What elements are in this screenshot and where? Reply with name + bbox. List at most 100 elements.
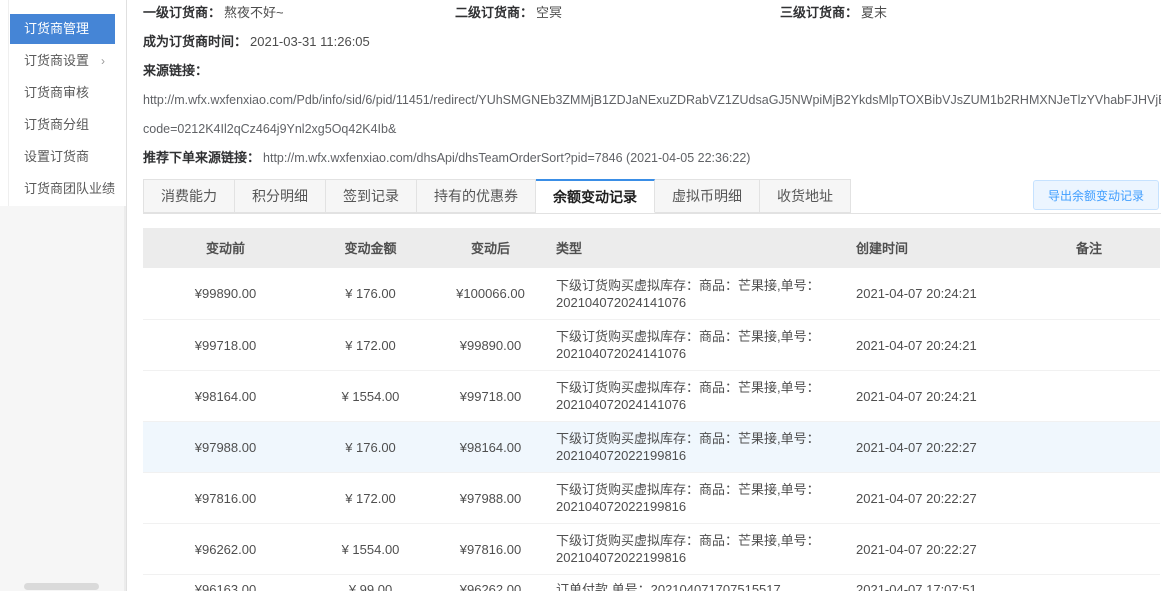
tab-label: 积分明细 xyxy=(252,186,308,206)
source-url-line1: http://m.wfx.wxfenxiao.com/Pdb/info/sid/… xyxy=(143,93,1161,107)
level3-distributor: 三级订货商：夏末 xyxy=(780,6,887,20)
table-row-4: ¥97816.00¥ 172.00¥97988.00下级订货购买虚拟库存：商品：… xyxy=(143,472,1160,523)
table-cell: 订单付款,单号：202104071707515517 xyxy=(548,575,848,591)
tab-5[interactable]: 虚拟币明细 xyxy=(655,179,760,213)
tab-label: 虚拟币明细 xyxy=(672,186,742,206)
sidebar-item-label: 订货商设置 xyxy=(24,53,89,68)
table-cell xyxy=(1068,494,1160,502)
table-cell: ¥100066.00 xyxy=(433,281,548,306)
tab-0[interactable]: 消费能力 xyxy=(143,179,235,213)
balance-change-table: 变动前变动金额变动后类型创建时间备注 ¥99890.00¥ 176.00¥100… xyxy=(143,228,1160,591)
level1-distributor-label: 一级订货商： xyxy=(143,5,221,20)
table-cell: ¥97988.00 xyxy=(143,435,308,460)
table-cell: ¥ 172.00 xyxy=(308,333,433,358)
table-cell: ¥ 99.00 xyxy=(308,575,433,591)
distributor-levels-row: 一级订货商：熬夜不好~ 二级订货商：空冥 三级订货商：夏末 xyxy=(143,6,1161,20)
sidebar-item-4[interactable]: 设置订货商 xyxy=(10,142,115,172)
sidebar-lower-panel xyxy=(0,206,126,591)
source-link-label: 来源链接： xyxy=(143,63,208,78)
table-cell: 2021-04-07 20:24:21 xyxy=(848,333,1068,358)
tabs: 消费能力积分明细 签到记录 持有的优惠券余额变动记录虚拟币明细 收货地址 xyxy=(143,179,851,213)
column-header: 类型 xyxy=(548,236,848,261)
sidebar-item-0[interactable]: 订货商管理 xyxy=(10,14,115,44)
export-balance-records-button[interactable]: 导出余额变动记录 xyxy=(1033,180,1159,210)
level2-distributor-value: 空冥 xyxy=(536,5,562,20)
table-cell: ¥97988.00 xyxy=(433,486,548,511)
column-header: 变动前 xyxy=(143,236,308,261)
table-cell: ¥98164.00 xyxy=(433,435,548,460)
table-cell: 下级订货购买虚拟库存：商品：芒果接,单号：202104072024141076 xyxy=(548,375,848,417)
tab-4[interactable]: 余额变动记录 xyxy=(536,179,655,213)
table-cell: ¥99890.00 xyxy=(143,281,308,306)
app-window: 订货商管理订货商设置 › 订货商审核订货商分组设置订货商订货商团队业绩 一级订货商：… xyxy=(0,0,1161,591)
table-cell: 2021-04-07 20:24:21 xyxy=(848,281,1068,306)
become-time-value: 2021-03-31 11:26:05 xyxy=(250,34,370,49)
sidebar-menu: 订货商管理订货商设置 › 订货商审核订货商分组设置订货商订货商团队业绩 xyxy=(9,0,116,204)
horizontal-scrollbar-thumb[interactable] xyxy=(24,583,99,590)
sidebar-item-label: 订货商审核 xyxy=(24,85,89,100)
table-cell xyxy=(1068,290,1160,298)
table-cell: ¥ 1554.00 xyxy=(308,537,433,562)
column-header: 变动后 xyxy=(433,236,548,261)
sidebar-item-1[interactable]: 订货商设置 › xyxy=(10,46,115,76)
sidebar-item-5[interactable]: 订货商团队业绩 xyxy=(10,174,115,204)
table-cell xyxy=(1068,545,1160,553)
become-distributor-time-row: 成为订货商时间：2021-03-31 11:26:05 xyxy=(143,35,1161,49)
table-cell: 2021-04-07 20:22:27 xyxy=(848,537,1068,562)
table-row-3: ¥97988.00¥ 176.00¥98164.00下级订货购买虚拟库存：商品：… xyxy=(143,421,1160,472)
level1-distributor: 一级订货商：熬夜不好~ xyxy=(143,6,455,20)
table-cell: ¥99890.00 xyxy=(433,333,548,358)
table-header-row: 变动前变动金额变动后类型创建时间备注 xyxy=(143,228,1160,268)
table-cell: 2021-04-07 20:22:27 xyxy=(848,486,1068,511)
table-cell: ¥96262.00 xyxy=(143,537,308,562)
level3-distributor-label: 三级订货商： xyxy=(780,5,858,20)
sidebar-item-label: 设置订货商 xyxy=(24,149,89,164)
table-cell: ¥98164.00 xyxy=(143,384,308,409)
recommend-order-link-row: 推荐下单来源链接：http://m.wfx.wxfenxiao.com/dhsA… xyxy=(143,151,1161,165)
tab-label: 签到记录 xyxy=(343,186,399,206)
source-link-row: 来源链接： xyxy=(143,64,1161,78)
tab-label: 持有的优惠券 xyxy=(434,186,518,206)
table-row-6: ¥96163.00¥ 99.00¥96262.00订单付款,单号：2021040… xyxy=(143,574,1160,591)
table-cell: ¥97816.00 xyxy=(143,486,308,511)
main-content: 一级订货商：熬夜不好~ 二级订货商：空冥 三级订货商：夏末 成为订货商时间：20… xyxy=(127,0,1161,591)
table-cell: ¥ 1554.00 xyxy=(308,384,433,409)
recommend-link-value: http://m.wfx.wxfenxiao.com/dhsApi/dhsTea… xyxy=(263,151,750,165)
table-cell xyxy=(1068,341,1160,349)
column-header: 变动金额 xyxy=(308,236,433,261)
table-body: ¥99890.00¥ 176.00¥100066.00下级订货购买虚拟库存：商品… xyxy=(143,268,1160,591)
sidebar-item-label: 订货商分组 xyxy=(24,117,89,132)
recommend-link-label: 推荐下单来源链接： xyxy=(143,150,260,165)
table-cell: 2021-04-07 20:24:21 xyxy=(848,384,1068,409)
become-time-label: 成为订货商时间： xyxy=(143,34,247,49)
tab-1[interactable]: 积分明细 xyxy=(235,179,326,213)
table-cell: 下级订货购买虚拟库存：商品：芒果接,单号：202104072024141076 xyxy=(548,324,848,366)
table-row-5: ¥96262.00¥ 1554.00¥97816.00下级订货购买虚拟库存：商品… xyxy=(143,523,1160,574)
table-cell: ¥96262.00 xyxy=(433,575,548,591)
level2-distributor: 二级订货商：空冥 xyxy=(455,6,780,20)
table-cell: 下级订货购买虚拟库存：商品：芒果接,单号：202104072022199816 xyxy=(548,528,848,570)
table-cell: 下级订货购买虚拟库存：商品：芒果接,单号：202104072022199816 xyxy=(548,426,848,468)
column-header: 备注 xyxy=(1068,236,1160,261)
source-url-line2: code=0212K4Il2qCz464j9Ynl2xg5Oq42K4Ib& xyxy=(143,122,1161,136)
tab-3[interactable]: 持有的优惠券 xyxy=(417,179,536,213)
table-cell: ¥96163.00 xyxy=(143,575,308,591)
tab-2[interactable]: 签到记录 xyxy=(326,179,417,213)
chevron-right-icon: › xyxy=(101,46,105,76)
level2-distributor-label: 二级订货商： xyxy=(455,5,533,20)
table-cell xyxy=(1068,575,1160,585)
tab-label: 收货地址 xyxy=(777,186,833,206)
table-cell: ¥ 176.00 xyxy=(308,435,433,460)
table-cell: 下级订货购买虚拟库存：商品：芒果接,单号：202104072022199816 xyxy=(548,477,848,519)
table-cell: 下级订货购买虚拟库存：商品：芒果接,单号：202104072024141076 xyxy=(548,273,848,315)
sidebar: 订货商管理订货商设置 › 订货商审核订货商分组设置订货商订货商团队业绩 xyxy=(0,0,127,591)
column-header: 创建时间 xyxy=(848,236,1068,261)
sidebar-item-2[interactable]: 订货商审核 xyxy=(10,78,115,108)
table-cell: ¥99718.00 xyxy=(433,384,548,409)
table-cell xyxy=(1068,392,1160,400)
sidebar-item-3[interactable]: 订货商分组 xyxy=(10,110,115,140)
tab-6[interactable]: 收货地址 xyxy=(760,179,851,213)
table-row-0: ¥99890.00¥ 176.00¥100066.00下级订货购买虚拟库存：商品… xyxy=(143,268,1160,319)
table-row-1: ¥99718.00¥ 172.00¥99890.00下级订货购买虚拟库存：商品：… xyxy=(143,319,1160,370)
tab-bar: 消费能力积分明细 签到记录 持有的优惠券余额变动记录虚拟币明细 收货地址 导出余额变动… xyxy=(143,180,1161,214)
